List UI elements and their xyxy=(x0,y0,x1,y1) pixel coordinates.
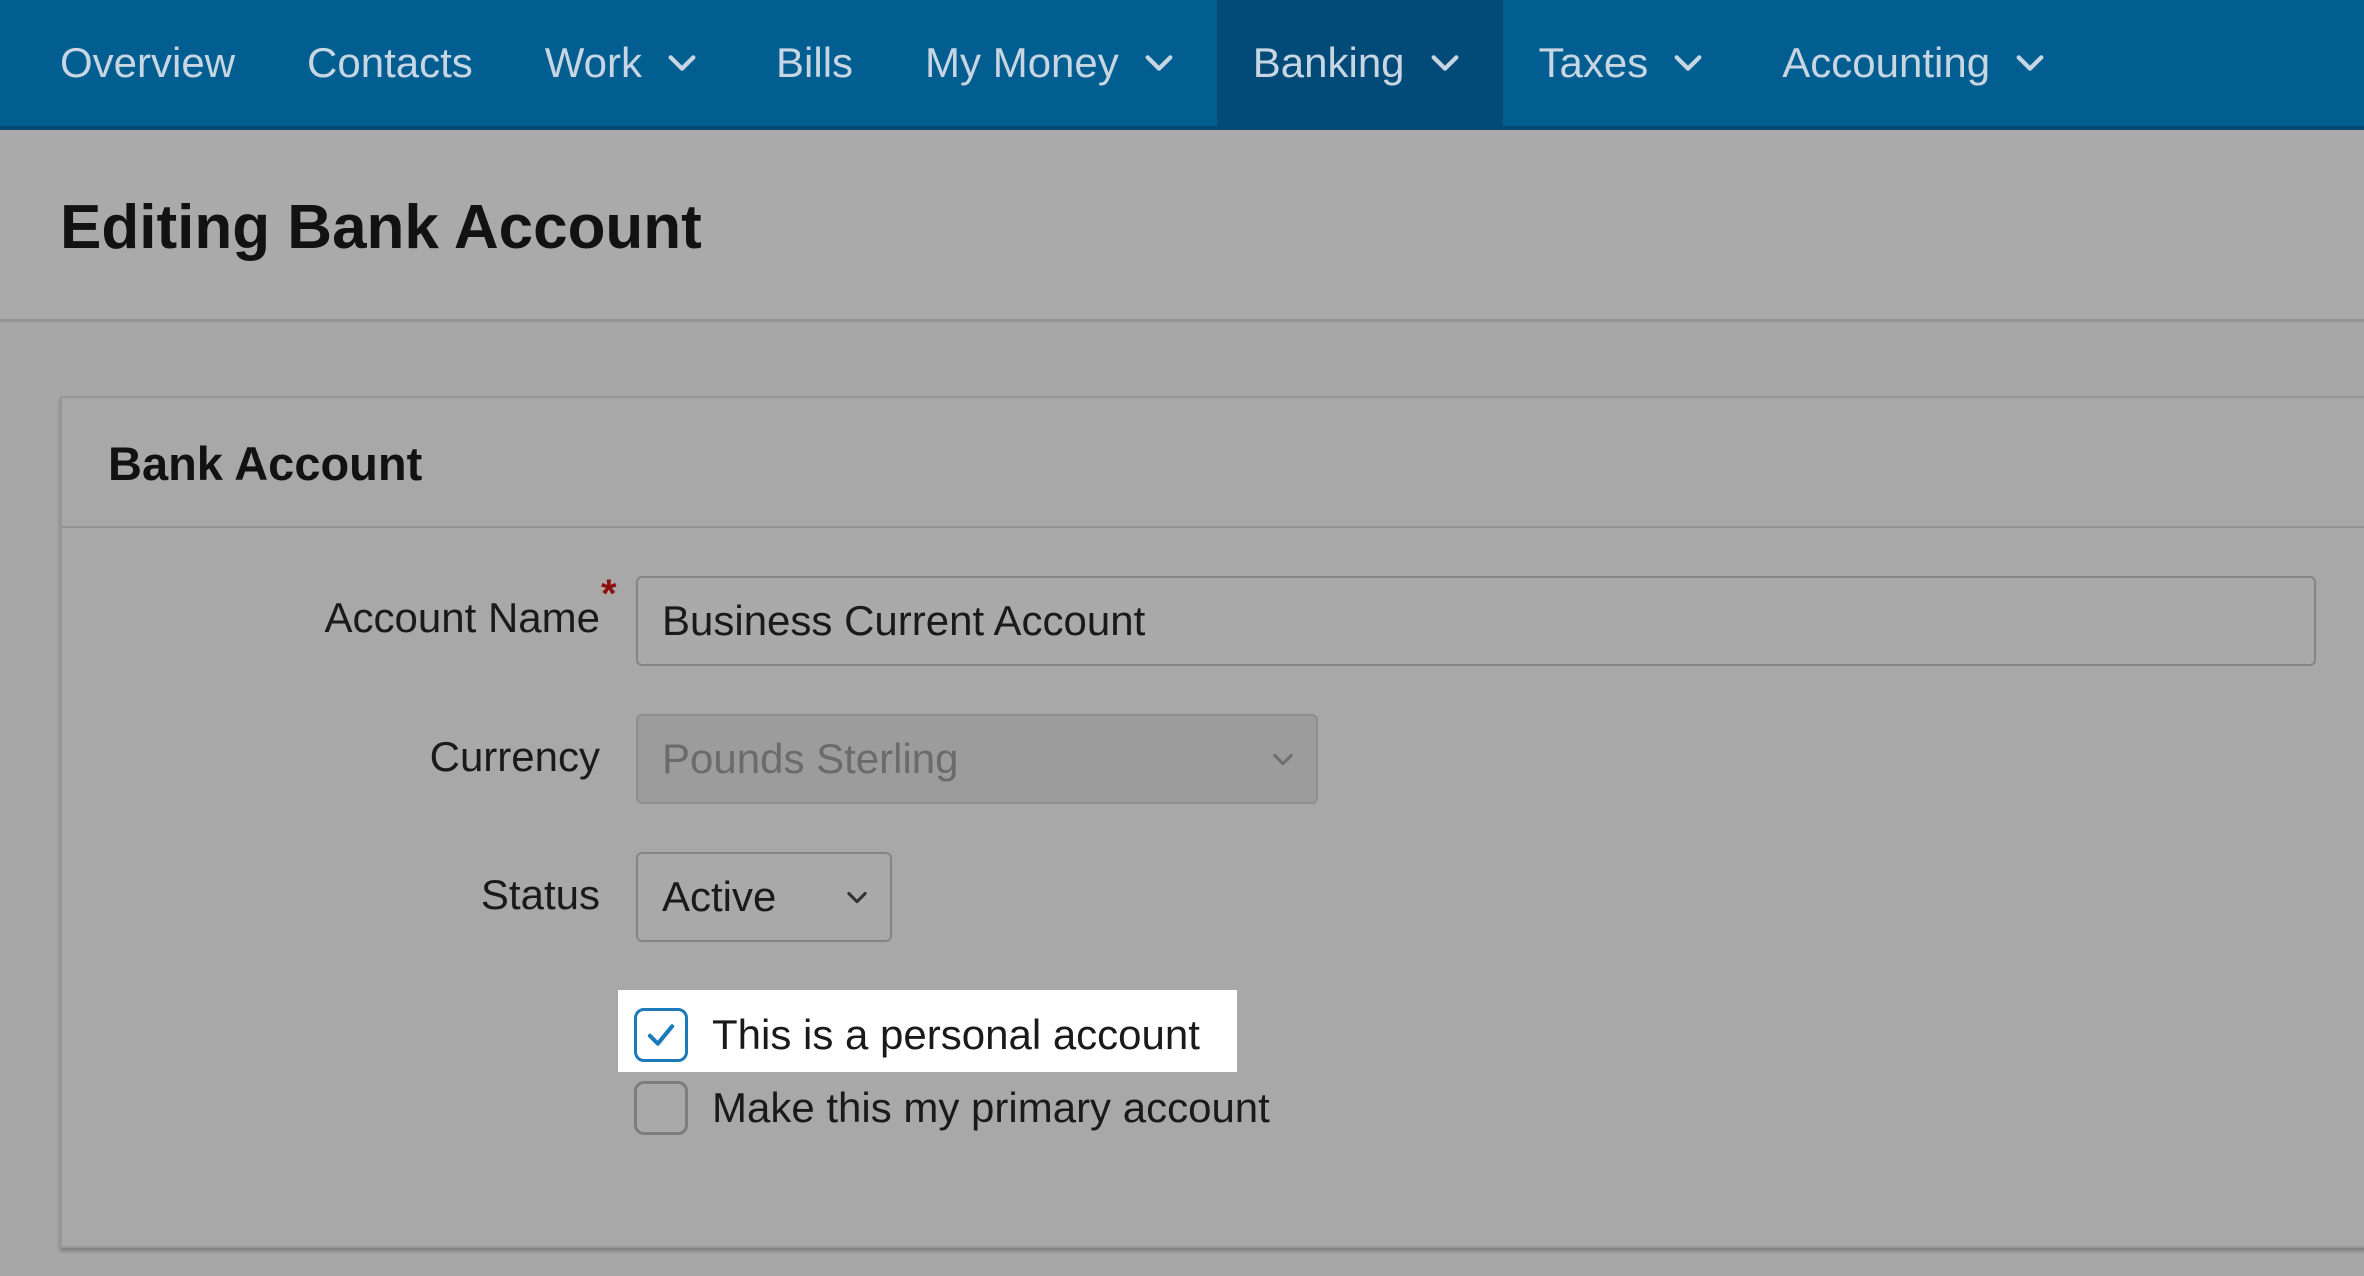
account-name-value: Business Current Account xyxy=(662,597,1146,644)
nav-item-my-money[interactable]: My Money xyxy=(889,0,1217,126)
currency-value: Pounds Sterling xyxy=(662,735,959,782)
nav-item-overview[interactable]: Overview xyxy=(24,0,271,126)
primary-account-option[interactable]: Make this my primary account xyxy=(634,1081,1270,1135)
chevron-down-icon xyxy=(1137,41,1181,85)
nav-item-taxes[interactable]: Taxes xyxy=(1503,0,1747,126)
checkmark-icon xyxy=(647,1024,675,1046)
nav-item-label: My Money xyxy=(925,39,1119,86)
nav-item-label: Banking xyxy=(1252,39,1405,86)
nav-item-work[interactable]: Work xyxy=(509,0,740,126)
nav-item-label: Bills xyxy=(776,39,854,86)
nav-item-label: Overview xyxy=(60,39,236,86)
primary-account-label: Make this my primary account xyxy=(712,1084,1270,1131)
personal-account-checkbox[interactable] xyxy=(634,1008,688,1062)
nav-item-accounting[interactable]: Accounting xyxy=(1746,0,2088,126)
chevron-down-icon xyxy=(1423,41,1467,85)
account-name-input[interactable]: Business Current Account xyxy=(636,576,2316,666)
chevron-down-icon xyxy=(1266,742,1300,776)
nav-item-label: Accounting xyxy=(1782,39,1991,86)
nav-item-bills[interactable]: Bills xyxy=(740,0,889,126)
account-name-label: Account Name xyxy=(324,594,600,641)
status-label: Status xyxy=(480,871,600,918)
chevron-down-icon xyxy=(1666,41,1710,85)
personal-account-label: This is a personal account xyxy=(712,1011,1200,1058)
nav-item-label: Taxes xyxy=(1538,39,1649,86)
chevron-down-icon xyxy=(660,41,704,85)
status-value: Active xyxy=(662,873,777,920)
status-select[interactable]: Active xyxy=(636,852,892,942)
page-header: Editing Bank Account xyxy=(0,130,2364,322)
chevron-down-icon xyxy=(840,880,874,914)
nav-item-label: Work xyxy=(544,39,643,86)
card-title: Bank Account xyxy=(108,437,423,490)
nav-item-label: Contacts xyxy=(307,39,473,86)
required-marker: * xyxy=(601,572,617,616)
currency-select[interactable]: Pounds Sterling xyxy=(636,714,1318,804)
chevron-down-icon xyxy=(2008,41,2052,85)
page-title: Editing Bank Account xyxy=(60,193,702,262)
currency-label: Currency xyxy=(429,733,600,780)
personal-account-option[interactable]: This is a personal account xyxy=(634,1008,1200,1062)
top-nav: Overview Contacts Work Bills My Money Ba… xyxy=(0,0,2364,130)
card-header: Bank Account xyxy=(62,398,2364,528)
primary-account-checkbox[interactable] xyxy=(634,1081,688,1135)
nav-item-banking[interactable]: Banking xyxy=(1216,0,1503,126)
nav-item-contacts[interactable]: Contacts xyxy=(271,0,509,126)
